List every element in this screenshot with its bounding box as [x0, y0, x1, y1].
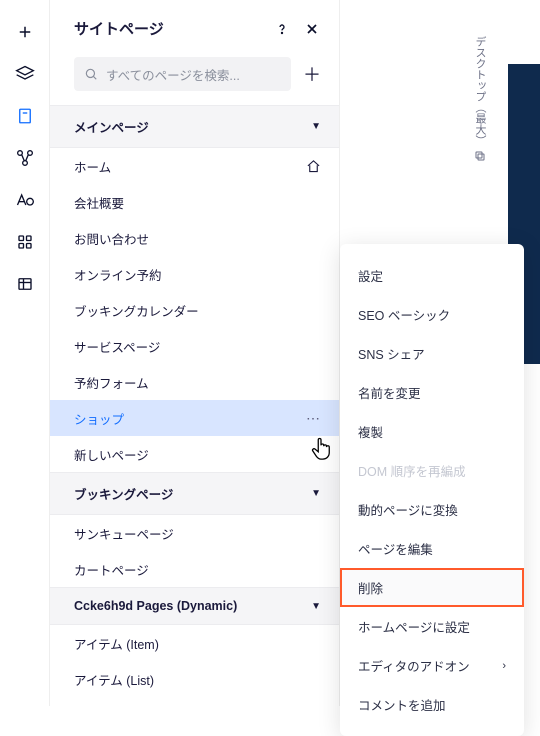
context-menu-label: SEO ベーシック	[358, 305, 450, 324]
context-menu-item[interactable]: ホームページに設定	[340, 607, 524, 646]
home-icon	[306, 159, 321, 174]
viewport-label: デスクトップ（最大）	[472, 36, 488, 162]
page-item[interactable]: 予約フォーム	[50, 364, 339, 400]
page-item-label: オンライン予約	[74, 265, 162, 284]
apps-icon[interactable]	[13, 230, 37, 254]
context-menu-label: ページを編集	[358, 539, 433, 558]
page-item[interactable]: アイテム (List)	[50, 661, 339, 697]
page-item[interactable]: ホーム	[50, 148, 339, 184]
layers-icon[interactable]	[13, 62, 37, 86]
page-item-label: カートページ	[74, 560, 149, 579]
chevron-right-icon: ›	[502, 660, 506, 672]
context-menu-item[interactable]: 複製	[340, 412, 524, 451]
page-item[interactable]: お問い合わせ	[50, 220, 339, 256]
panel-header: サイトページ	[50, 14, 339, 57]
plus-icon[interactable]	[13, 20, 37, 44]
chevron-down-icon: ▼	[311, 121, 321, 132]
context-menu-item[interactable]: 名前を変更	[340, 373, 524, 412]
copy-icon	[474, 150, 486, 162]
search-placeholder: すべてのページを検索...	[106, 65, 240, 84]
page-item-label: ホーム	[74, 157, 111, 176]
context-menu-label: 複製	[358, 422, 383, 441]
context-menu-item[interactable]: 設定	[340, 256, 524, 295]
chevron-down-icon: ▼	[311, 488, 321, 499]
page-item-label: アイテム (Item)	[74, 634, 159, 653]
page-item-label: サンキューページ	[74, 524, 174, 543]
chevron-down-icon: ▼	[311, 601, 321, 612]
cursor-pointer-icon	[310, 436, 332, 465]
panel-title: サイトページ	[74, 18, 164, 39]
page-item-label: 会社概要	[74, 193, 124, 212]
search-icon	[84, 67, 98, 81]
context-menu-label: 名前を変更	[358, 383, 421, 402]
help-icon[interactable]	[273, 20, 291, 38]
connect-icon[interactable]	[13, 146, 37, 170]
context-menu-item: DOM 順序を再編成	[340, 451, 524, 490]
page-item[interactable]: ブッキングカレンダー	[50, 292, 339, 328]
page-item[interactable]: ショップ ⋯	[50, 400, 339, 436]
page-item-label: アイテム (List)	[74, 670, 154, 689]
close-icon[interactable]	[303, 20, 321, 38]
page-item[interactable]: アイテム (Item)	[50, 625, 339, 661]
context-menu-item[interactable]: 動的ページに変換	[340, 490, 524, 529]
context-menu-label: 設定	[358, 266, 383, 285]
more-icon[interactable]: ⋯	[306, 410, 321, 427]
context-menu-item[interactable]: SEO ベーシック	[340, 295, 524, 334]
context-menu-item[interactable]: ページを編集	[340, 529, 524, 568]
page-item-label: 予約フォーム	[74, 373, 149, 392]
context-menu-label: SNS シェア	[358, 344, 425, 363]
page-item[interactable]: サービスページ	[50, 328, 339, 364]
page-item[interactable]: カートページ	[50, 551, 339, 587]
context-menu-label: ホームページに設定	[358, 617, 470, 636]
pages-icon[interactable]	[13, 104, 37, 128]
page-item[interactable]: サンキューページ	[50, 515, 339, 551]
context-menu-label: エディタのアドオン	[358, 656, 470, 675]
context-menu-label: コメントを追加	[358, 695, 446, 714]
context-menu-item[interactable]: SNS シェア	[340, 334, 524, 373]
context-menu-label: 削除	[358, 578, 383, 597]
page-item-label: ショップ	[74, 409, 124, 428]
data-icon[interactable]	[13, 272, 37, 296]
page-item[interactable]: オンライン予約	[50, 256, 339, 292]
section-header[interactable]: Ccke6h9d Pages (Dynamic) ▼	[50, 587, 339, 625]
typography-icon[interactable]	[13, 188, 37, 212]
section-title: ブッキングページ	[74, 484, 173, 503]
context-menu-item[interactable]: 削除	[340, 568, 524, 607]
left-icon-bar	[0, 0, 50, 706]
page-item-label: サービスページ	[74, 337, 160, 356]
pages-panel: サイトページ すべてのページを検索... ＋ メインページ ▼ ホーム会社概要お問い…	[50, 0, 340, 706]
section-header[interactable]: ブッキングページ ▼	[50, 472, 339, 515]
section-title: Ccke6h9d Pages (Dynamic)	[74, 599, 237, 613]
context-menu-label: DOM 順序を再編成	[358, 461, 466, 480]
page-item[interactable]: 新しいページ	[50, 436, 339, 472]
add-page-button[interactable]: ＋	[299, 61, 325, 87]
page-item-label: 新しいページ	[74, 445, 149, 464]
section-header[interactable]: メインページ ▼	[50, 105, 339, 148]
section-title: メインページ	[74, 117, 149, 136]
search-input[interactable]: すべてのページを検索...	[74, 57, 291, 91]
context-menu-item[interactable]: エディタのアドオン ›	[340, 646, 524, 685]
context-menu-label: 動的ページに変換	[358, 500, 458, 519]
page-item-label: ブッキングカレンダー	[74, 301, 199, 320]
page-item[interactable]: 会社概要	[50, 184, 339, 220]
page-item-label: お問い合わせ	[74, 229, 149, 248]
context-menu-item[interactable]: コメントを追加	[340, 685, 524, 724]
page-context-menu: 設定 SEO ベーシック SNS シェア名前を変更複製 DOM 順序を再編成動的ページ…	[340, 244, 524, 736]
